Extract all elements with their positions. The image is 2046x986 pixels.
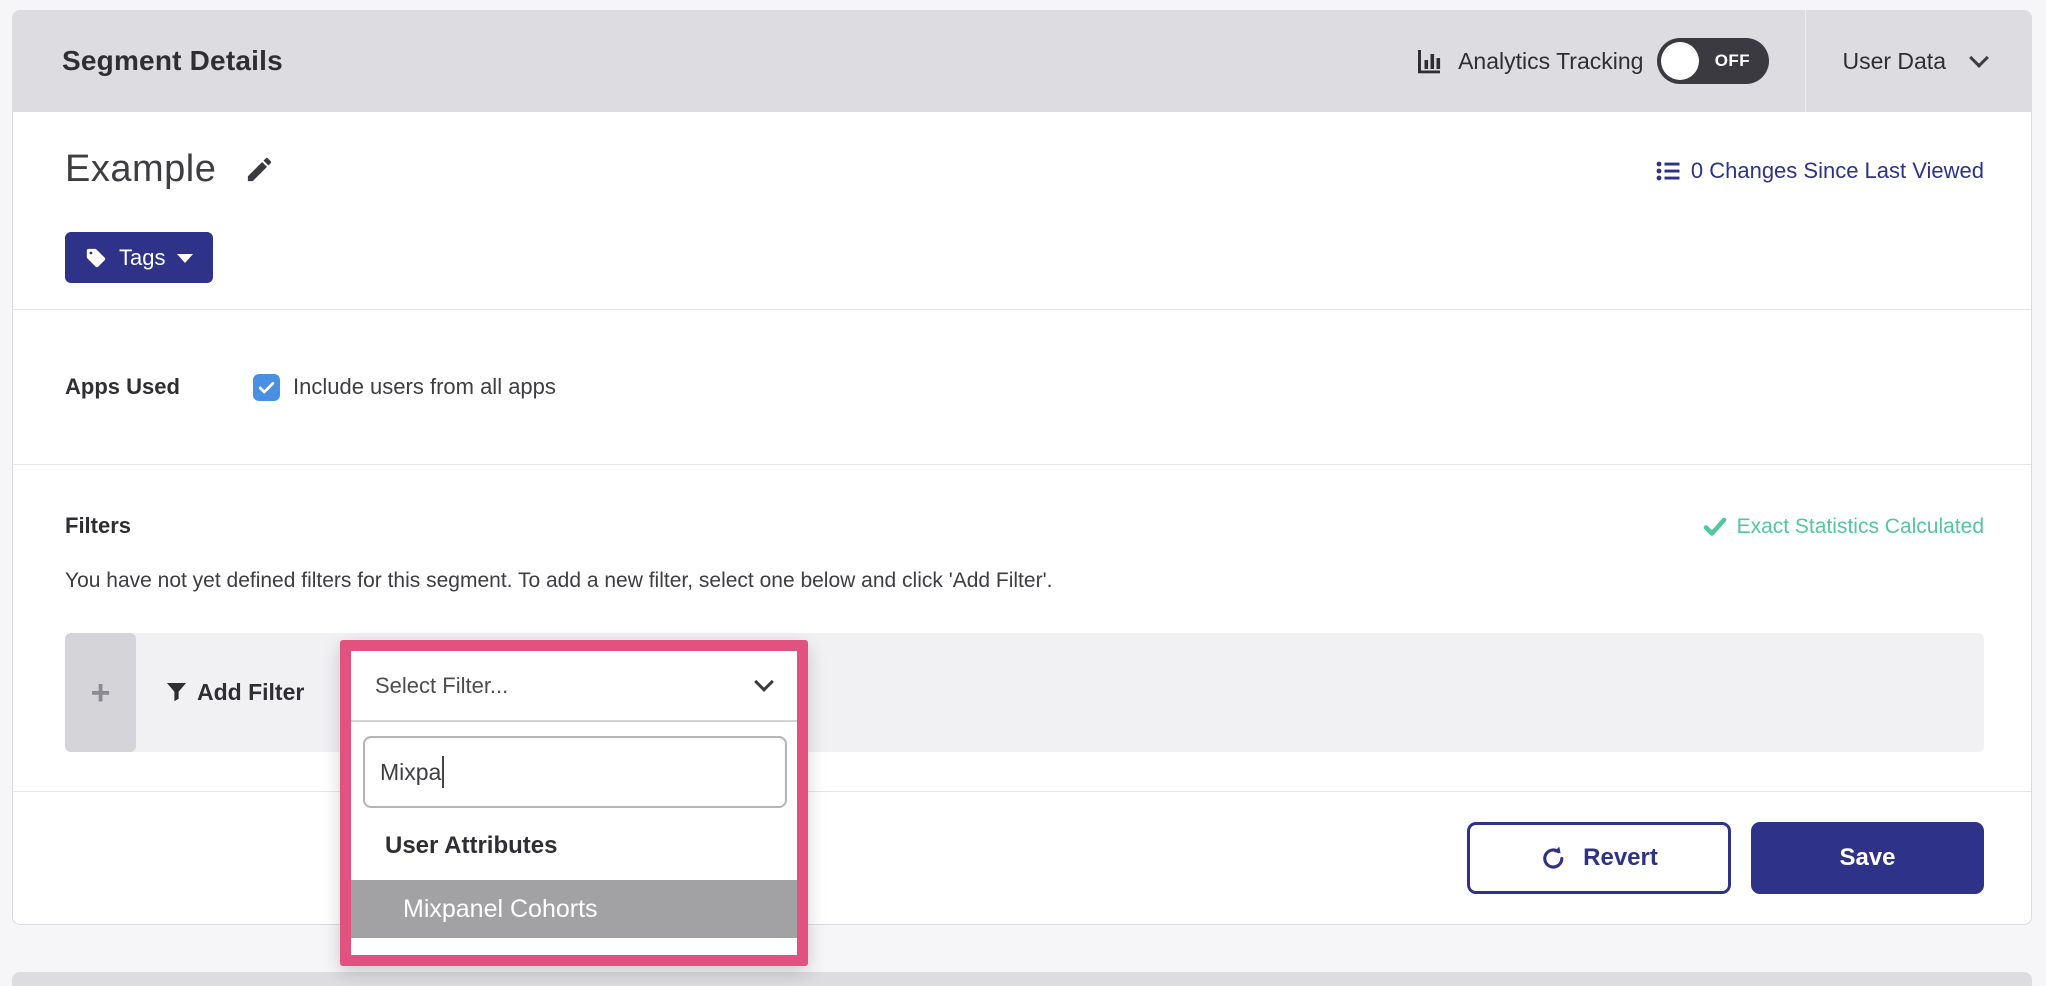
option-group-header: User Attributes: [351, 808, 797, 880]
chevron-down-icon: [754, 672, 774, 692]
changes-since-last-viewed-link[interactable]: 0 Changes Since Last Viewed: [1656, 158, 1984, 184]
segment-details-card: Example Tags: [12, 112, 2032, 925]
section-filters: Filters Exact Statistics Calculated You …: [13, 465, 2031, 792]
option-mixpanel-cohorts[interactable]: Mixpanel Cohorts: [351, 880, 797, 938]
include-all-apps-label: Include users from all apps: [293, 374, 556, 400]
analytics-tracking-group: Analytics Tracking OFF: [1417, 38, 1805, 84]
save-button[interactable]: Save: [1751, 822, 1984, 894]
list-icon: [1656, 160, 1681, 182]
tag-icon: [85, 247, 107, 269]
add-filter-plus-button[interactable]: +: [65, 633, 136, 752]
toggle-knob: [1661, 42, 1699, 80]
panel-header: Segment Details Analytics Tracking OFF: [12, 10, 2032, 112]
header-right: Analytics Tracking OFF User Data: [1417, 10, 2032, 112]
menu-bottom-strip: [351, 938, 797, 955]
checkbox-checked-icon[interactable]: [253, 374, 280, 401]
caret-down-icon: [177, 254, 193, 263]
section-apps-used: Apps Used Include users from all apps: [13, 310, 2031, 465]
section-name: Example Tags: [13, 112, 2031, 310]
changes-link-label: 0 Changes Since Last Viewed: [1691, 158, 1984, 184]
text-caret: [442, 756, 444, 788]
filter-search-value: Mixpa: [380, 759, 441, 786]
toggle-state-label: OFF: [1699, 51, 1765, 71]
exact-statistics-status: Exact Statistics Calculated: [1703, 515, 1984, 539]
analytics-tracking-label: Analytics Tracking: [1458, 48, 1643, 75]
add-filter-button[interactable]: Add Filter: [166, 679, 304, 706]
next-section-header-bar: [12, 972, 2032, 986]
segment-name: Example: [65, 148, 216, 191]
pencil-icon[interactable]: [244, 154, 275, 185]
save-button-label: Save: [1839, 844, 1895, 872]
bar-chart-icon: [1417, 48, 1444, 75]
filter-select-value: Select Filter...: [375, 673, 508, 699]
filter-select-control[interactable]: Select Filter...: [351, 651, 797, 722]
revert-button[interactable]: Revert: [1467, 822, 1731, 894]
apps-used-label: Apps Used: [65, 374, 253, 400]
funnel-icon: [166, 682, 187, 703]
filters-description: You have not yet defined filters for thi…: [65, 569, 1052, 593]
segment-name-row: Example: [65, 148, 275, 191]
rotate-ccw-icon: [1540, 845, 1567, 872]
exact-statistics-label: Exact Statistics Calculated: [1737, 515, 1984, 539]
filters-heading: Filters: [65, 513, 131, 539]
user-data-dropdown[interactable]: User Data: [1806, 48, 2032, 75]
tags-button[interactable]: Tags: [65, 232, 213, 283]
revert-button-label: Revert: [1583, 844, 1658, 872]
user-data-label: User Data: [1842, 48, 1946, 75]
chevron-down-icon: [1969, 48, 1989, 68]
add-filter-label: Add Filter: [197, 679, 304, 706]
analytics-tracking-toggle[interactable]: OFF: [1657, 38, 1769, 84]
filter-search-input[interactable]: Mixpa: [363, 736, 787, 808]
section-footer: Revert Save: [13, 792, 2031, 924]
filter-select-menu: Mixpa User Attributes Mixpanel Cohorts: [351, 736, 797, 955]
page-title: Segment Details: [12, 45, 283, 77]
checkmark-icon: [1703, 516, 1727, 538]
filter-select-highlight-frame: Select Filter... Mixpa User Attributes M…: [340, 640, 808, 966]
tags-button-label: Tags: [119, 245, 165, 271]
